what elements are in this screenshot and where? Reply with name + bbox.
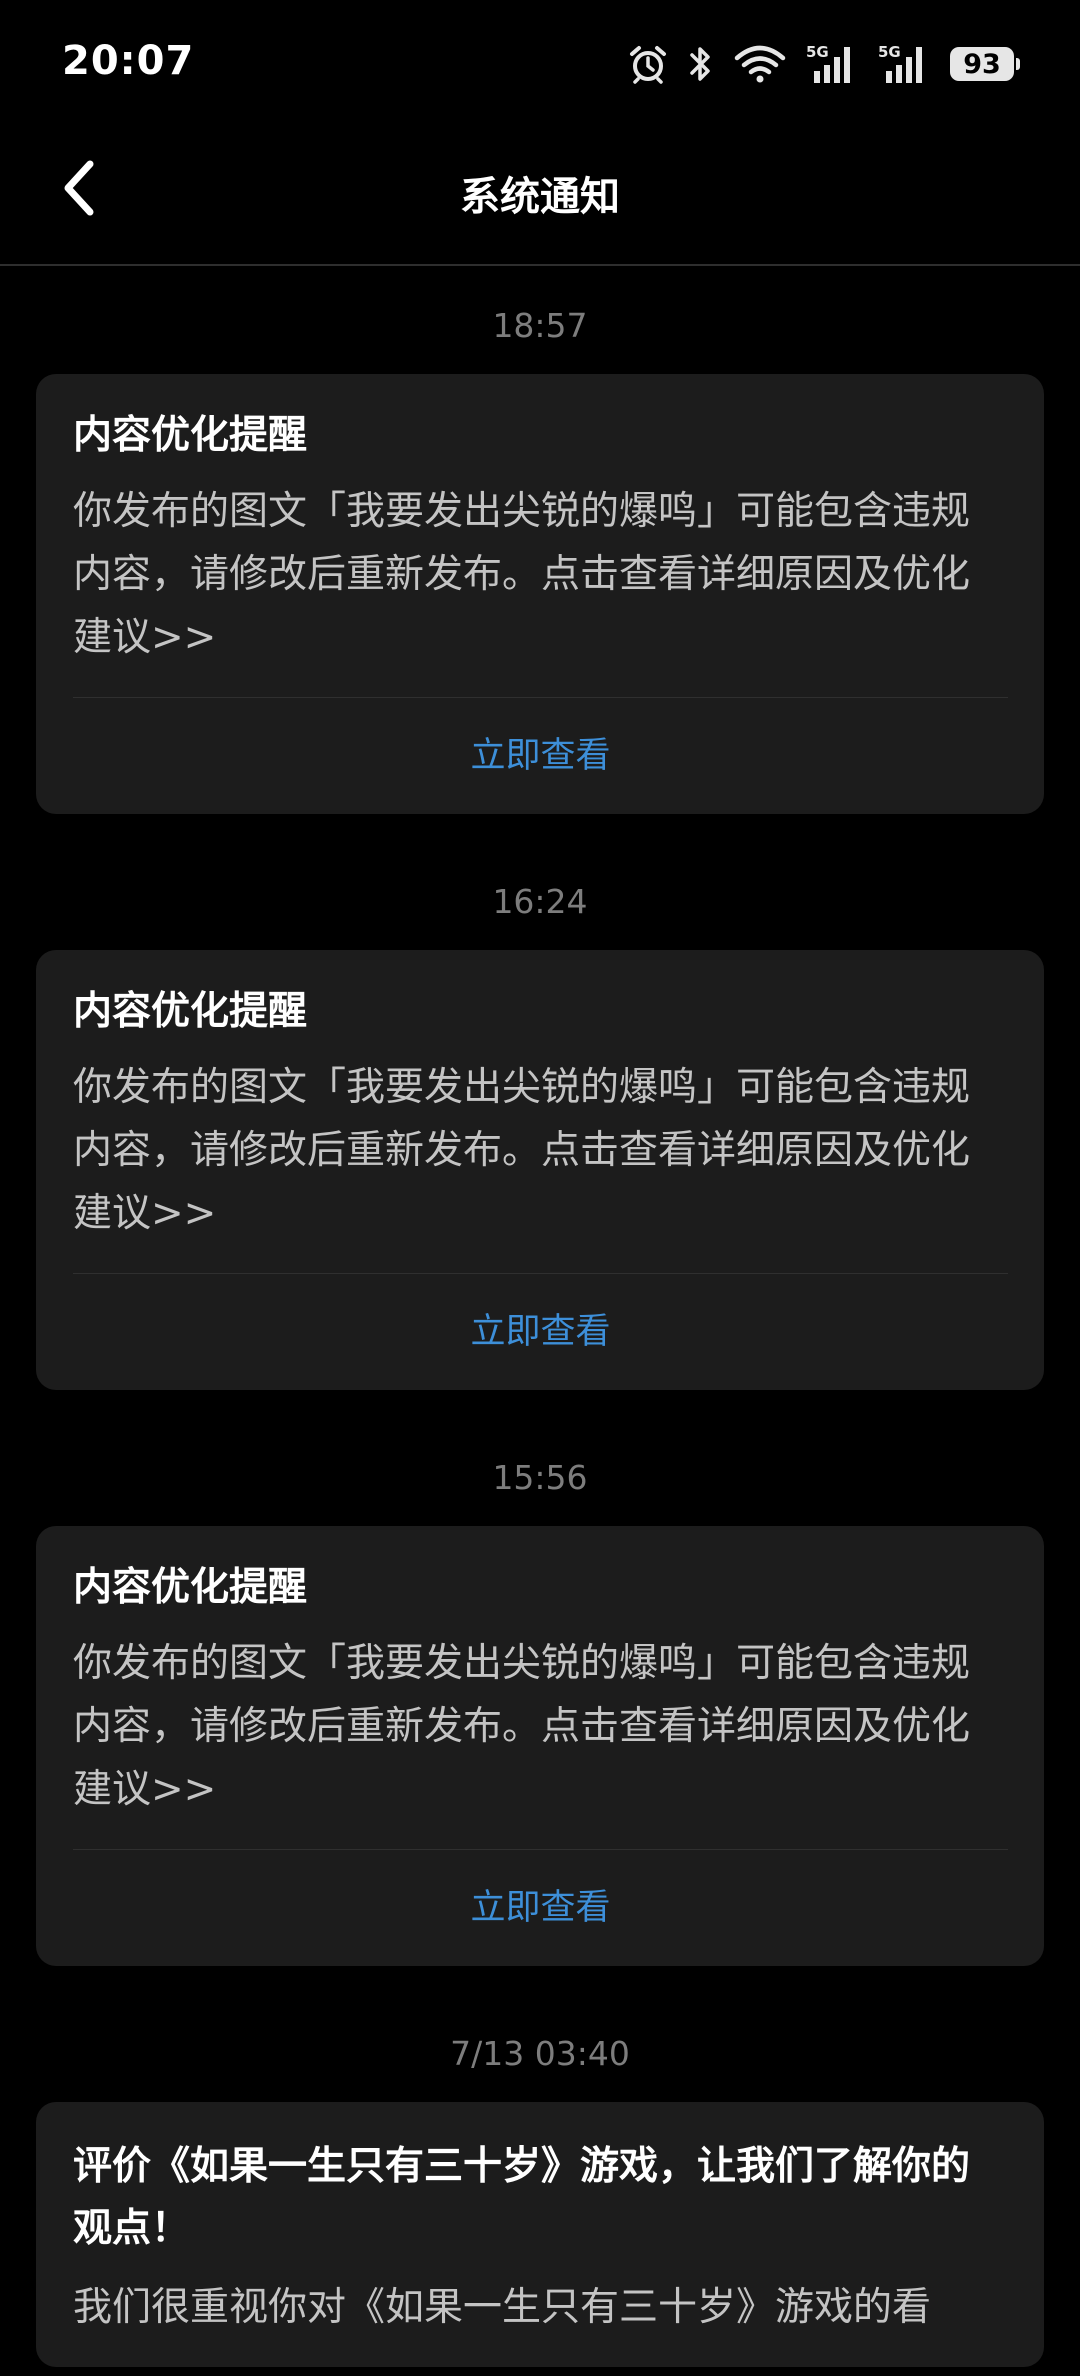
notification-time: 7/13 03:40 bbox=[450, 2034, 630, 2073]
notification-time: 18:57 bbox=[492, 306, 588, 345]
notification-body[interactable]: 你发布的图文「我要发出尖锐的爆鸣」可能包含违规内容，请修改后重新发布。点击查看详… bbox=[73, 480, 1008, 698]
navigation-bar: 系统通知 bbox=[0, 120, 1080, 266]
notification-time: 16:24 bbox=[492, 882, 588, 921]
status-icons: 5G 5G 93 bbox=[628, 40, 1020, 88]
view-now-button[interactable]: 立即查看 bbox=[73, 698, 1008, 814]
view-now-button[interactable]: 立即查看 bbox=[73, 1274, 1008, 1390]
notification-body[interactable]: 你发布的图文「我要发出尖锐的爆鸣」可能包含违规内容，请修改后重新发布。点击查看详… bbox=[73, 1056, 1008, 1274]
notification-card[interactable]: 内容优化提醒 你发布的图文「我要发出尖锐的爆鸣」可能包含违规内容，请修改后重新发… bbox=[36, 950, 1044, 1390]
battery-icon: 93 bbox=[950, 47, 1020, 81]
notification-card[interactable]: 内容优化提醒 你发布的图文「我要发出尖锐的爆鸣」可能包含违规内容，请修改后重新发… bbox=[36, 1526, 1044, 1966]
notification-title: 评价《如果一生只有三十岁》游戏，让我们了解你的观点！ bbox=[73, 2144, 971, 2251]
notification-card[interactable]: 评价《如果一生只有三十岁》游戏，让我们了解你的观点！ 我们很重视你对《如果一生只… bbox=[36, 2102, 1044, 2367]
notification-time: 15:56 bbox=[492, 1458, 588, 1497]
notification-feed[interactable]: 18:57 内容优化提醒 你发布的图文「我要发出尖锐的爆鸣」可能包含违规内容，请… bbox=[0, 266, 1080, 2367]
notification-title: 内容优化提醒 bbox=[73, 1565, 308, 1610]
alarm-icon bbox=[628, 44, 668, 84]
notification-title: 内容优化提醒 bbox=[73, 413, 308, 458]
view-now-button[interactable]: 立即查看 bbox=[73, 1850, 1008, 1966]
bluetooth-icon bbox=[688, 44, 714, 84]
signal-5g-icon: 5G bbox=[806, 43, 858, 85]
page-title: 系统通知 bbox=[460, 174, 620, 220]
notification-card[interactable]: 内容优化提醒 你发布的图文「我要发出尖锐的爆鸣」可能包含违规内容，请修改后重新发… bbox=[36, 374, 1044, 814]
notification-title: 内容优化提醒 bbox=[73, 989, 308, 1034]
notification-body[interactable]: 我们很重视你对《如果一生只有三十岁》游戏的看 bbox=[73, 2276, 1008, 2367]
status-time: 20:07 bbox=[62, 38, 195, 84]
notification-body[interactable]: 你发布的图文「我要发出尖锐的爆鸣」可能包含违规内容，请修改后重新发布。点击查看详… bbox=[73, 1632, 1008, 1850]
svg-text:5G: 5G bbox=[806, 43, 829, 61]
signal-5g-icon: 5G bbox=[878, 43, 930, 85]
status-bar: 20:07 5G 5G 93 bbox=[0, 0, 1080, 120]
wifi-icon bbox=[734, 44, 786, 84]
svg-text:5G: 5G bbox=[878, 43, 901, 61]
